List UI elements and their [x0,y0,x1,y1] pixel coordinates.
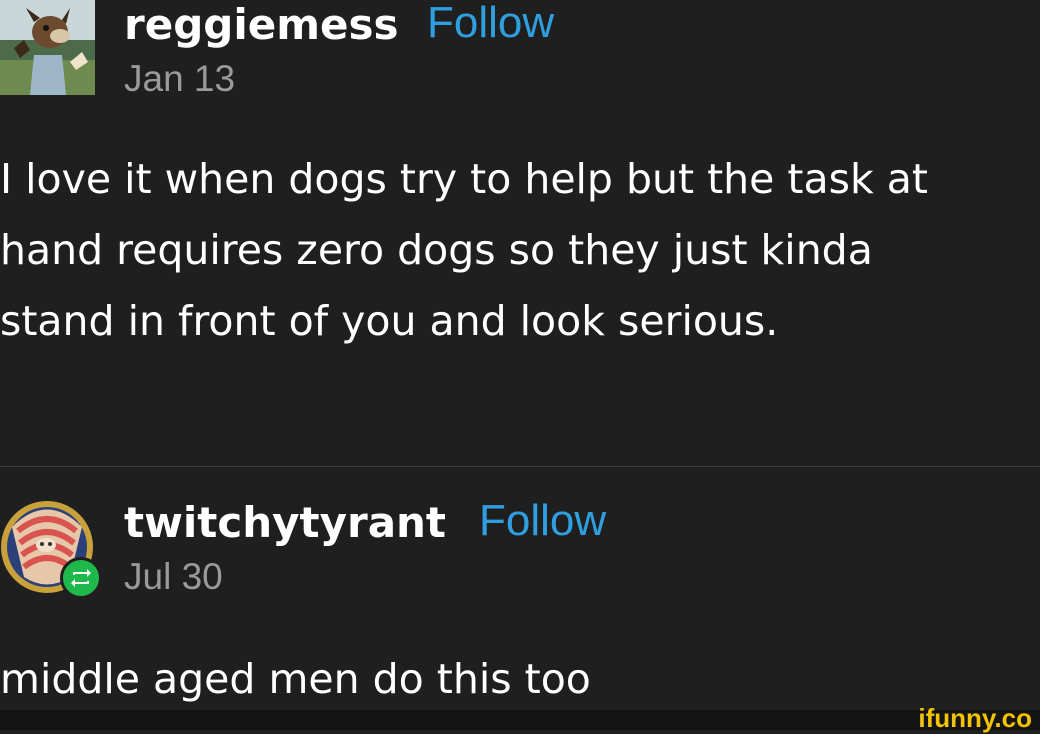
footer-bar [0,710,1040,730]
post-text-line: I love it when dogs try to help but the … [0,155,928,203]
post-twitchytyrant: twitchytyrant Follow Jul 30 middle aged … [0,467,1040,710]
post-date[interactable]: Jul 30 [124,556,223,598]
username[interactable]: reggiemess [124,0,398,49]
post-reggiemess: reggiemess Follow Jan 13 I love it when … [0,0,1040,466]
username[interactable]: twitchytyrant [124,498,446,547]
reblog-icon [60,557,102,599]
post-date[interactable]: Jan 13 [124,58,235,100]
watermark-logo: ifunny.co [918,703,1032,733]
avatar[interactable] [0,497,102,599]
post-text-line: hand requires zero dogs so they just kin… [0,226,873,274]
follow-button[interactable]: Follow [427,0,554,48]
post-text-line: stand in front of you and look serious. [0,297,779,345]
avatar[interactable] [0,0,95,95]
cartoon-dog-avatar-icon [0,0,95,95]
post-text-line: middle aged men do this too [0,655,591,703]
follow-button[interactable]: Follow [479,496,606,546]
